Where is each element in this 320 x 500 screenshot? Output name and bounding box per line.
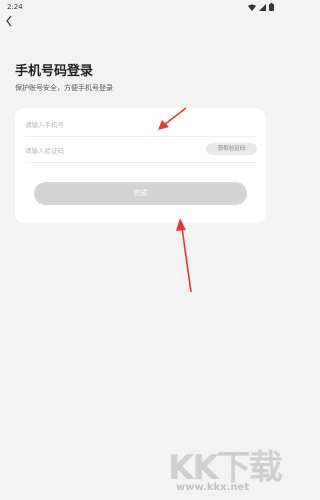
get-code-button[interactable]: 获取验证码	[206, 143, 257, 155]
battery-icon	[269, 3, 274, 11]
status-bar: 2:24	[0, 0, 281, 14]
annotation-arrow-bottom	[176, 218, 192, 293]
code-input[interactable]: 请输入验证码 获取验证码	[25, 136, 257, 163]
page-title: 手机号码登录	[15, 64, 94, 79]
back-button[interactable]	[4, 14, 18, 30]
status-icons	[248, 3, 274, 11]
page-subtitle: 保护账号安全，方便手机号登录	[15, 84, 113, 92]
signal-icon	[259, 3, 266, 11]
watermark-url: www.kkx.net	[176, 482, 250, 493]
back-arrow-icon	[6, 15, 12, 27]
phone-input[interactable]: 请输入手机号	[25, 110, 257, 137]
status-time: 2:24	[7, 3, 23, 11]
login-card: 请输入手机号 请输入验证码 获取验证码	[15, 108, 266, 223]
code-placeholder: 请输入验证码	[25, 147, 64, 155]
submit-button[interactable]: 完成	[34, 182, 247, 205]
phone-placeholder: 请输入手机号	[25, 121, 64, 129]
wifi-icon	[248, 4, 256, 11]
